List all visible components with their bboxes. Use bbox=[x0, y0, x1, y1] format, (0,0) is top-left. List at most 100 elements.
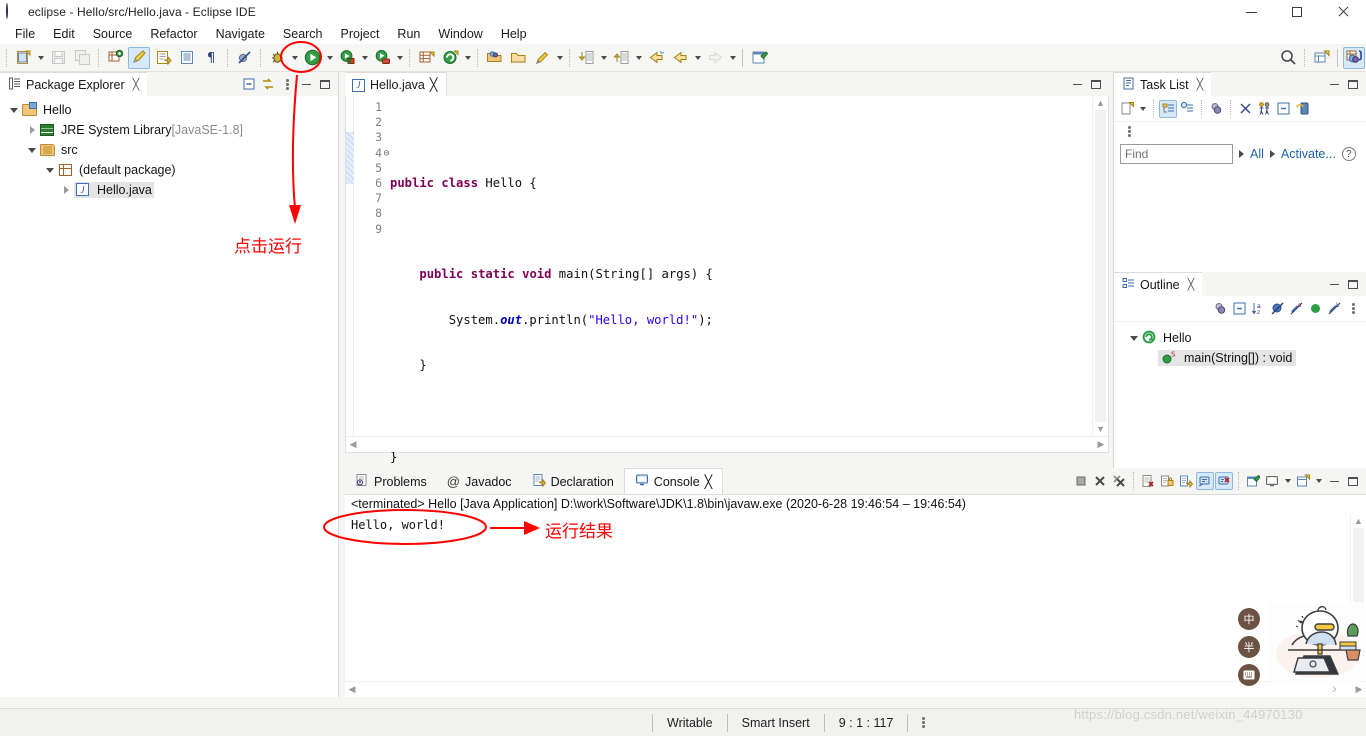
remove-launch-icon[interactable] bbox=[1091, 472, 1109, 490]
minimize-view-icon[interactable] bbox=[1325, 472, 1343, 490]
help-icon[interactable]: ? bbox=[1341, 147, 1356, 161]
console-horizontal-scrollbar[interactable]: ◀ ▶ bbox=[345, 681, 1366, 697]
hide-fields-icon[interactable] bbox=[1268, 300, 1286, 318]
collapse-all-icon[interactable] bbox=[1230, 300, 1248, 318]
new-task-dropdown-icon[interactable] bbox=[1137, 98, 1148, 120]
hide-local-types-icon[interactable]: L bbox=[1325, 300, 1343, 318]
open-task-icon[interactable] bbox=[152, 47, 174, 69]
pin-editor-icon[interactable] bbox=[748, 47, 770, 69]
view-menu-icon[interactable] bbox=[1344, 300, 1362, 318]
ime-keyboard-button[interactable] bbox=[1238, 664, 1260, 686]
run-external-tools-dropdown-icon[interactable] bbox=[359, 47, 370, 69]
scroll-left-icon[interactable]: ◀ bbox=[346, 437, 360, 452]
menu-window[interactable]: Window bbox=[429, 24, 491, 44]
task-activate-link[interactable]: Activate... bbox=[1281, 147, 1336, 161]
link-with-editor-icon[interactable] bbox=[259, 75, 277, 93]
menu-search[interactable]: Search bbox=[274, 24, 332, 44]
debug-icon[interactable] bbox=[266, 47, 288, 69]
back-history-icon[interactable] bbox=[645, 47, 667, 69]
new-wizard-icon[interactable] bbox=[12, 47, 34, 69]
scroll-right-icon[interactable]: ▶ bbox=[1094, 437, 1108, 452]
code-text[interactable]: public class Hello { public static void … bbox=[346, 96, 1108, 511]
view-menu-icon[interactable] bbox=[278, 75, 296, 93]
tree-item-src[interactable]: src bbox=[0, 140, 338, 160]
tab-declaration[interactable]: Declaration bbox=[522, 468, 624, 494]
close-icon[interactable]: ╳ bbox=[1188, 278, 1195, 291]
tree-item-hello-java[interactable]: J Hello.java bbox=[0, 180, 338, 200]
tab-console[interactable]: Console ╳ bbox=[623, 468, 724, 494]
run-dropdown-icon[interactable] bbox=[324, 47, 335, 69]
collapse-all-icon[interactable] bbox=[240, 75, 258, 93]
new-java-class-icon[interactable] bbox=[415, 47, 437, 69]
open-type-icon[interactable] bbox=[176, 47, 198, 69]
chevron-right-icon[interactable] bbox=[1269, 150, 1275, 158]
scroll-left-icon[interactable]: ◀ bbox=[345, 682, 359, 697]
previous-annotation-icon[interactable] bbox=[610, 47, 632, 69]
filter-completed-tasks-icon[interactable] bbox=[1236, 100, 1254, 118]
display-selected-console-dropdown-icon[interactable] bbox=[1282, 470, 1293, 492]
tab-problems[interactable]: Problems bbox=[345, 468, 437, 494]
remove-all-terminated-icon[interactable] bbox=[1110, 472, 1128, 490]
tab-task-list[interactable]: Task List ╳ bbox=[1114, 72, 1212, 96]
twisty-down-icon[interactable] bbox=[24, 147, 40, 153]
open-resource-icon[interactable] bbox=[483, 47, 505, 69]
maximize-view-icon[interactable] bbox=[1344, 75, 1362, 93]
tab-hello-java[interactable]: J Hello.java ╳ bbox=[345, 72, 448, 96]
scroll-up-icon[interactable]: ▲ bbox=[1093, 96, 1108, 110]
menu-source[interactable]: Source bbox=[84, 24, 142, 44]
ime-chinese-mode-button[interactable]: 中 bbox=[1238, 608, 1260, 630]
forward-nav-dropdown-icon[interactable] bbox=[727, 47, 738, 69]
tree-item-default-package[interactable]: (default package) bbox=[0, 160, 338, 180]
close-icon[interactable]: ╳ bbox=[430, 77, 438, 92]
pin-console-icon[interactable] bbox=[1244, 472, 1262, 490]
minimize-view-icon[interactable] bbox=[1325, 275, 1343, 293]
scroll-up-icon[interactable]: ▲ bbox=[1351, 514, 1366, 528]
quick-fix-icon[interactable] bbox=[531, 47, 553, 69]
scroll-down-icon[interactable]: ▼ bbox=[1093, 422, 1108, 436]
hide-non-public-members-icon[interactable] bbox=[1306, 300, 1324, 318]
next-annotation-icon[interactable] bbox=[575, 47, 597, 69]
tree-item-jre-system-library[interactable]: JRE System Library [JavaSE-1.8] bbox=[0, 120, 338, 140]
twisty-down-icon[interactable] bbox=[1126, 335, 1142, 341]
categorized-presentation-icon[interactable] bbox=[1159, 99, 1177, 118]
minimize-view-icon[interactable] bbox=[297, 75, 315, 93]
twisty-down-icon[interactable] bbox=[42, 167, 58, 173]
forward-history-icon[interactable] bbox=[669, 47, 691, 69]
forward-nav-icon[interactable] bbox=[704, 47, 726, 69]
quick-fix-dropdown-icon[interactable] bbox=[554, 47, 565, 69]
display-selected-console-icon[interactable] bbox=[1263, 472, 1281, 490]
show-console-on-error-icon[interactable] bbox=[1215, 472, 1233, 490]
menu-navigate[interactable]: Navigate bbox=[207, 24, 274, 44]
scroll-lock-icon[interactable] bbox=[1158, 472, 1176, 490]
editor-horizontal-scrollbar[interactable]: ◀ ▶ bbox=[346, 436, 1108, 452]
sort-alphabetically-icon[interactable]: az bbox=[1249, 300, 1267, 318]
restore-task-icon[interactable] bbox=[1293, 100, 1311, 118]
maximize-window-button[interactable] bbox=[1274, 0, 1320, 24]
show-whitespace-icon[interactable]: ¶ bbox=[200, 47, 222, 69]
task-filter-all-link[interactable]: All bbox=[1250, 147, 1264, 161]
coverage-icon[interactable] bbox=[371, 47, 393, 69]
ime-expand-icon[interactable]: › bbox=[1332, 680, 1337, 696]
scheduled-presentation-icon[interactable] bbox=[1178, 100, 1196, 118]
maximize-view-icon[interactable] bbox=[1087, 75, 1105, 93]
new-java-package-icon[interactable] bbox=[104, 47, 126, 69]
skip-all-breakpoints-icon[interactable] bbox=[233, 47, 255, 69]
menu-refactor[interactable]: Refactor bbox=[141, 24, 206, 44]
status-resize-grip[interactable] bbox=[907, 713, 939, 732]
debug-dropdown-icon[interactable] bbox=[289, 47, 300, 69]
twisty-right-icon[interactable] bbox=[58, 186, 74, 194]
minimize-view-icon[interactable] bbox=[1068, 75, 1086, 93]
word-wrap-icon[interactable] bbox=[1177, 472, 1195, 490]
java-perspective-icon[interactable] bbox=[1343, 46, 1365, 69]
maximize-view-icon[interactable] bbox=[1344, 472, 1362, 490]
menu-run[interactable]: Run bbox=[388, 24, 429, 44]
search-icon[interactable] bbox=[1277, 47, 1299, 69]
hide-static-members-icon[interactable]: s bbox=[1287, 300, 1305, 318]
twisty-down-icon[interactable] bbox=[6, 107, 22, 113]
open-folder-icon[interactable] bbox=[507, 47, 529, 69]
new-task-icon[interactable] bbox=[1118, 100, 1136, 118]
ime-width-mode-button[interactable]: 半 bbox=[1238, 636, 1260, 658]
tab-outline[interactable]: Outline ╳ bbox=[1114, 272, 1203, 296]
menu-file[interactable]: File bbox=[6, 24, 44, 44]
focus-on-workweek-icon[interactable] bbox=[1207, 100, 1225, 118]
